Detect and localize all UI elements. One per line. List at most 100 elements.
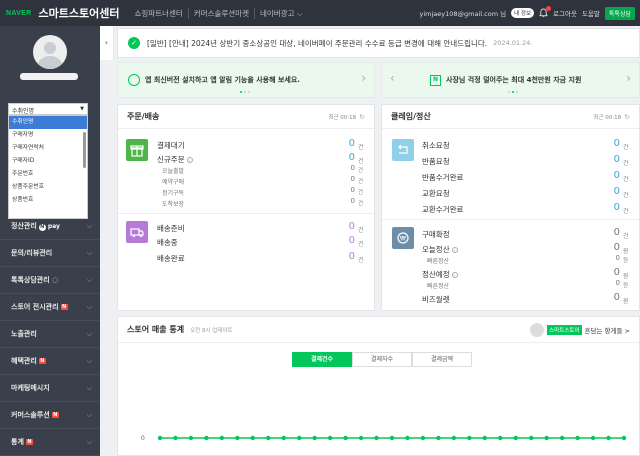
info-icon[interactable]: i xyxy=(451,272,458,278)
data-point[interactable] xyxy=(312,435,317,441)
label-fast-settlement[interactable]: 빠른정산 xyxy=(427,256,449,265)
top-nav-shopping-partner[interactable]: 쇼핑파트너센터 xyxy=(129,8,187,19)
label-today-settlement[interactable]: 오늘정산 i xyxy=(422,244,458,255)
count-payment-pending[interactable]: 0 xyxy=(335,138,355,149)
data-point[interactable] xyxy=(188,435,194,441)
naver-logo[interactable]: NAVER xyxy=(6,10,31,17)
user-email[interactable]: yimjaey108@gmail.com 님 xyxy=(420,8,507,18)
data-point[interactable] xyxy=(544,435,549,441)
banner-fund[interactable]: ‹ N 사장님 걱정 덜어주는 최대 4천만원 자금 지원 › xyxy=(381,62,640,98)
count-preparing[interactable]: 0 xyxy=(335,221,355,232)
label-cancel-request[interactable]: 취소요청 xyxy=(422,140,450,151)
count-fast-settlement-2[interactable]: 0 xyxy=(600,279,620,287)
sidebar-item-exposure[interactable]: 노출관리 ⌵ xyxy=(0,321,100,348)
my-info-badge[interactable]: 내 정보 xyxy=(511,8,535,18)
data-point[interactable] xyxy=(358,435,364,441)
count-new-order[interactable]: 0 xyxy=(335,152,355,163)
option-buyer-id[interactable]: 구매자ID xyxy=(9,155,87,168)
sidebar-item-benefit[interactable]: 혜택관리 N ⌵ xyxy=(0,348,100,375)
sidebar-item-settlement[interactable]: 정산관리 N pay ⌵ xyxy=(0,213,100,240)
count-cancel-request[interactable]: 0 xyxy=(600,138,620,149)
talk-button[interactable]: 톡톡상담 xyxy=(604,6,635,20)
data-point[interactable] xyxy=(374,435,379,441)
label-exchange-collected[interactable]: 교환수거완료 xyxy=(422,204,463,215)
search-type-select[interactable]: 수취인명 ▼ xyxy=(8,103,88,115)
option-recipient-name[interactable]: 수취인명 xyxy=(9,116,87,129)
refresh-icon[interactable]: ↻ xyxy=(359,113,365,121)
data-point[interactable] xyxy=(389,435,395,441)
option-order-number[interactable]: 주문번호 xyxy=(9,168,87,181)
sidebar-item-talk[interactable]: 톡톡상담관리 ◌ ⌵ xyxy=(0,267,100,294)
count-settlement-scheduled[interactable]: 0 xyxy=(600,267,620,278)
bell-icon[interactable] xyxy=(539,6,552,18)
data-point[interactable] xyxy=(327,435,333,441)
data-point[interactable] xyxy=(606,435,611,441)
data-point[interactable] xyxy=(529,435,534,441)
label-return-request[interactable]: 반품요청 xyxy=(422,156,450,167)
notice-text[interactable]: [일반] [안내] 2024년 상반기 중소상공인 대상, 네이버페이 주문관리… xyxy=(147,38,487,49)
top-nav-commerce-solution[interactable]: 커머스솔루션마켓 xyxy=(187,7,254,19)
data-point[interactable] xyxy=(235,435,240,441)
count-arrival-guarantee[interactable]: 0 xyxy=(335,197,355,205)
count-exchange-collected[interactable]: 0 xyxy=(600,202,620,213)
label-payment-pending[interactable]: 결제대기 xyxy=(157,140,185,151)
count-return-collected[interactable]: 0 xyxy=(600,170,620,181)
data-point[interactable] xyxy=(266,435,271,441)
data-point[interactable] xyxy=(250,435,255,441)
count-fast-settlement[interactable]: 0 xyxy=(600,254,620,262)
data-point[interactable] xyxy=(451,435,457,441)
data-point[interactable] xyxy=(467,435,472,441)
data-point[interactable] xyxy=(498,435,503,441)
data-point[interactable] xyxy=(436,435,441,441)
count-today-dispatch[interactable]: 0 xyxy=(335,164,355,172)
count-shipping[interactable]: 0 xyxy=(335,235,355,246)
option-product-order-number[interactable]: 상품주문번호 xyxy=(9,181,87,194)
data-point[interactable] xyxy=(157,435,163,441)
sidebar-item-inquiry-review[interactable]: 문의/리뷰관리 ⌵ xyxy=(0,240,100,267)
options-scrollbar[interactable] xyxy=(83,132,86,168)
sidebar-item-marketing-message[interactable]: 마케팅메시지 ⌵ xyxy=(0,375,100,402)
count-exchange-request[interactable]: 0 xyxy=(600,186,620,197)
data-point[interactable] xyxy=(343,435,348,441)
option-product-number[interactable]: 상품번호 xyxy=(9,194,87,207)
label-today-dispatch[interactable]: 오늘출발 xyxy=(162,166,184,175)
label-arrival-guarantee[interactable]: 도착보장 xyxy=(162,199,184,208)
data-point[interactable] xyxy=(513,435,518,441)
label-shipping[interactable]: 배송중 xyxy=(157,237,178,248)
label-exchange-request[interactable]: 교환요청 xyxy=(422,188,450,199)
count-subscription[interactable]: 0 xyxy=(335,186,355,194)
collapse-sidebar-button[interactable]: ‹ xyxy=(100,26,114,60)
label-new-order[interactable]: 신규주문 i xyxy=(157,154,193,165)
data-point[interactable] xyxy=(219,435,225,441)
count-biz-wallet[interactable]: 0 xyxy=(600,292,620,303)
brand-title[interactable]: 스마트스토어센터 xyxy=(38,5,119,21)
label-settlement-scheduled[interactable]: 정산예정 i xyxy=(422,269,458,280)
count-purchase-confirmed[interactable]: 0 xyxy=(600,227,620,238)
count-reservation[interactable]: 0 xyxy=(335,175,355,183)
data-point[interactable] xyxy=(590,435,596,441)
info-icon[interactable]: i xyxy=(186,157,193,163)
label-delivered[interactable]: 배송완료 xyxy=(157,253,185,264)
data-point[interactable] xyxy=(297,435,302,441)
chevron-right-icon[interactable]: › xyxy=(361,71,366,85)
notice-bar[interactable]: ✓ [일반] [안내] 2024년 상반기 중소상공인 대상, 네이버페이 주문… xyxy=(117,28,640,58)
data-point[interactable] xyxy=(482,435,487,441)
top-nav-naver-ads[interactable]: 네이버광고 ⌵ xyxy=(253,7,308,19)
label-purchase-confirmed[interactable]: 구매확정 xyxy=(422,229,450,240)
data-point[interactable] xyxy=(173,435,178,441)
banner-app[interactable]: 앱 최신버전 설치하고 앱 알림 기능을 사용해 보세요. › xyxy=(117,62,375,98)
sidebar-item-commerce-solution[interactable]: 커머스솔루션 N ⌵ xyxy=(0,402,100,429)
data-point[interactable] xyxy=(281,435,286,441)
count-today-settlement[interactable]: 0 xyxy=(600,242,620,253)
label-preparing[interactable]: 배송준비 xyxy=(157,223,185,234)
chevron-right-icon[interactable]: › xyxy=(626,71,631,85)
option-buyer-name[interactable]: 구매자명 xyxy=(9,129,87,142)
data-point[interactable] xyxy=(204,435,209,441)
data-point[interactable] xyxy=(420,435,426,441)
option-buyer-contact[interactable]: 구매자연락처 xyxy=(9,142,87,155)
sidebar-item-statistics[interactable]: 통계 N ⌵ xyxy=(0,429,100,456)
count-delivered[interactable]: 0 xyxy=(335,251,355,262)
label-reservation[interactable]: 예약구매 xyxy=(162,177,184,186)
data-point[interactable] xyxy=(559,435,565,441)
data-point[interactable] xyxy=(575,435,580,441)
